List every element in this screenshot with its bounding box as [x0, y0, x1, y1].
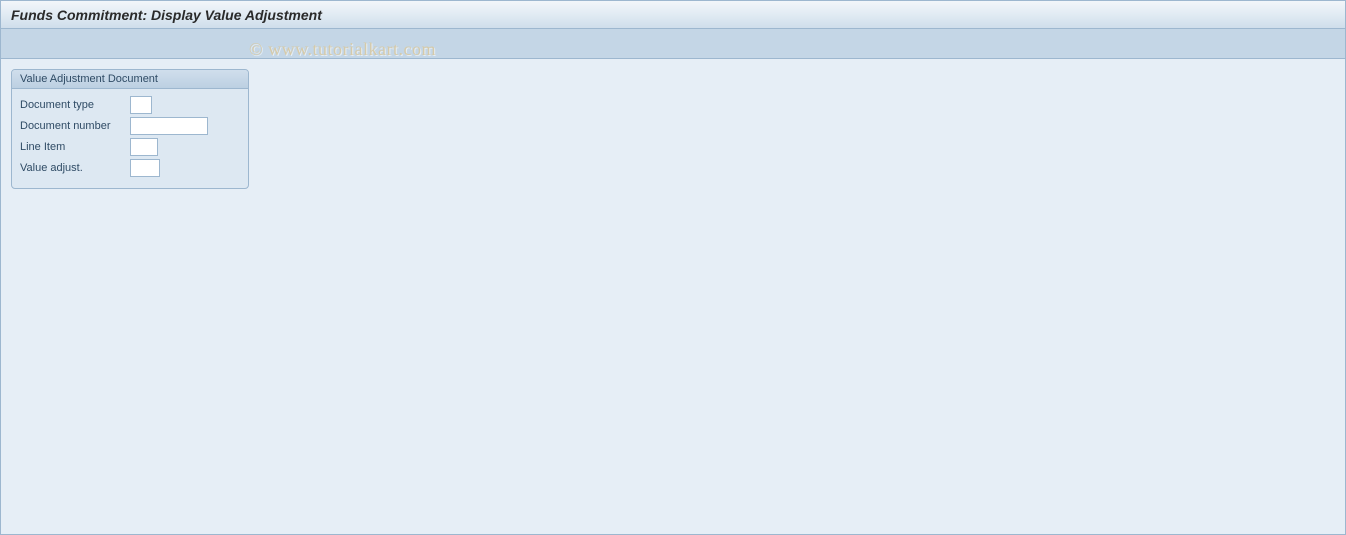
label-line-item: Line Item: [18, 141, 130, 153]
application-toolbar: [1, 29, 1345, 59]
group-body: Document type Document number Line Item …: [12, 89, 248, 188]
group-title: Value Adjustment Document: [12, 70, 248, 89]
row-document-type: Document type: [18, 96, 242, 114]
row-document-number: Document number: [18, 117, 242, 135]
input-document-type[interactable]: [130, 96, 152, 114]
input-document-number[interactable]: [130, 117, 208, 135]
window-title: Funds Commitment: Display Value Adjustme…: [11, 7, 322, 23]
window-title-bar: Funds Commitment: Display Value Adjustme…: [1, 1, 1345, 29]
value-adjustment-group: Value Adjustment Document Document type …: [11, 69, 249, 189]
label-document-number: Document number: [18, 120, 130, 132]
input-line-item[interactable]: [130, 138, 158, 156]
label-value-adjust: Value adjust.: [18, 162, 130, 174]
label-document-type: Document type: [18, 99, 130, 111]
input-value-adjust[interactable]: [130, 159, 160, 177]
row-value-adjust: Value adjust.: [18, 159, 242, 177]
content-area: Value Adjustment Document Document type …: [1, 59, 1345, 199]
row-line-item: Line Item: [18, 138, 242, 156]
